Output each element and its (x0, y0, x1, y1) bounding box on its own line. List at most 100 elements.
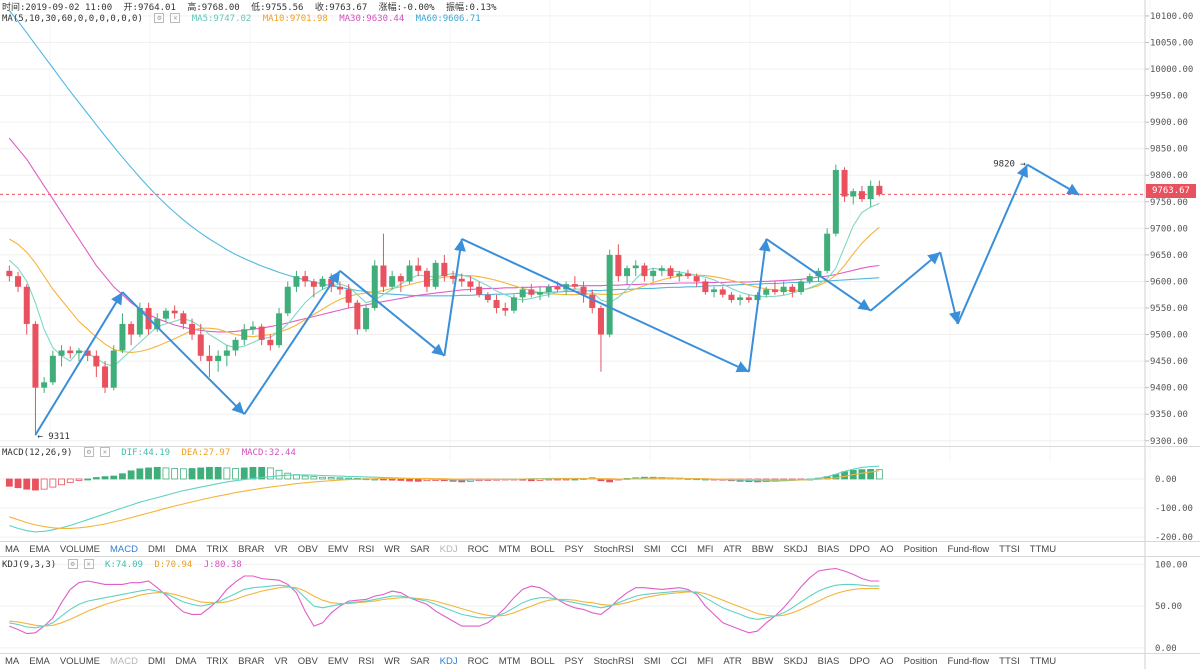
tab-volume[interactable]: VOLUME (55, 544, 105, 555)
settings-icon[interactable]: ⚙ (83, 447, 94, 457)
candle-body (728, 294, 735, 301)
candle-body (389, 276, 396, 287)
tab-position[interactable]: Position (899, 544, 943, 555)
close-icon[interactable]: ✕ (170, 13, 181, 23)
tab-emv[interactable]: EMV (323, 656, 354, 667)
tab-ao[interactable]: AO (875, 544, 899, 555)
tab-atr[interactable]: ATR (718, 656, 746, 667)
tab-wr[interactable]: WR (379, 544, 405, 555)
tab-vr[interactable]: VR (270, 656, 293, 667)
tab-rsi[interactable]: RSI (353, 544, 379, 555)
tab-brar[interactable]: BRAR (233, 544, 269, 555)
tab-psy[interactable]: PSY (560, 656, 589, 667)
tab-psy[interactable]: PSY (560, 544, 589, 555)
tab-ttmu[interactable]: TTMU (1025, 544, 1061, 555)
tab-skdj[interactable]: SKDJ (778, 544, 812, 555)
tab-dpo[interactable]: DPO (844, 656, 875, 667)
tab-dma[interactable]: DMA (170, 544, 201, 555)
tab-brar[interactable]: BRAR (233, 656, 269, 667)
tab-bias[interactable]: BIAS (813, 656, 845, 667)
candle-body (310, 281, 317, 287)
tab-bias[interactable]: BIAS (813, 544, 845, 555)
tab-dmi[interactable]: DMI (143, 544, 170, 555)
candle-body (336, 286, 343, 290)
tab-ma[interactable]: MA (0, 544, 24, 555)
macd-bar (23, 478, 31, 490)
tab-macd[interactable]: MACD (105, 544, 143, 555)
candle-body (806, 276, 813, 282)
tab-ema[interactable]: EMA (24, 656, 55, 667)
candle-body (93, 355, 100, 367)
candle-body (711, 289, 718, 293)
close-icon[interactable]: ✕ (83, 559, 94, 569)
tab-position[interactable]: Position (899, 656, 943, 667)
tab-macd[interactable]: MACD (105, 656, 143, 667)
tab-fund-flow[interactable]: Fund-flow (942, 656, 994, 667)
tab-mfi[interactable]: MFI (692, 656, 718, 667)
tab-fund-flow[interactable]: Fund-flow (942, 544, 994, 555)
tab-vr[interactable]: VR (270, 544, 293, 555)
tab-smi[interactable]: SMI (639, 656, 666, 667)
candle-body (510, 297, 517, 311)
tab-trix[interactable]: TRIX (202, 544, 234, 555)
macd-bar (284, 472, 292, 480)
candle-body (15, 276, 22, 287)
tab-emv[interactable]: EMV (323, 544, 354, 555)
tab-ao[interactable]: AO (875, 656, 899, 667)
tab-stochrsi[interactable]: StochRSI (589, 544, 639, 555)
tab-wr[interactable]: WR (379, 656, 405, 667)
tab-kdj[interactable]: KDJ (435, 544, 463, 555)
tab-volume[interactable]: VOLUME (55, 656, 105, 667)
tab-stochrsi[interactable]: StochRSI (589, 656, 639, 667)
tab-ttmu[interactable]: TTMU (1025, 656, 1061, 667)
macd-bar (127, 470, 135, 480)
zigzag-segment (747, 238, 771, 372)
candle-body (737, 297, 744, 301)
k-legend: K:74.09 (105, 559, 143, 570)
tab-sar[interactable]: SAR (405, 656, 435, 667)
tab-ma[interactable]: MA (0, 656, 24, 667)
tab-bbw[interactable]: BBW (747, 656, 779, 667)
tab-kdj[interactable]: KDJ (435, 656, 463, 667)
tab-roc[interactable]: ROC (463, 656, 494, 667)
candle-body (667, 268, 674, 277)
candle-body (41, 382, 48, 388)
tab-bbw[interactable]: BBW (747, 544, 779, 555)
tab-ttsi[interactable]: TTSI (994, 656, 1025, 667)
candle-body (49, 355, 56, 383)
tab-trix[interactable]: TRIX (202, 656, 234, 667)
candle-body (241, 329, 248, 340)
tab-obv[interactable]: OBV (293, 656, 323, 667)
tab-cci[interactable]: CCI (666, 544, 692, 555)
tab-roc[interactable]: ROC (463, 544, 494, 555)
tab-dmi[interactable]: DMI (143, 656, 170, 667)
tab-cci[interactable]: CCI (666, 656, 692, 667)
macd-bar (406, 478, 413, 482)
tab-boll[interactable]: BOLL (525, 544, 559, 555)
tab-mfi[interactable]: MFI (692, 544, 718, 555)
tab-skdj[interactable]: SKDJ (778, 656, 812, 667)
d-legend: D:70.94 (154, 559, 193, 570)
tick-label: 9300.00 (1150, 437, 1188, 447)
candle-body (876, 185, 883, 195)
tab-ema[interactable]: EMA (24, 544, 55, 555)
tab-dpo[interactable]: DPO (844, 544, 875, 555)
zigzag-segment (443, 238, 466, 356)
settings-icon[interactable]: ⚙ (67, 559, 78, 569)
macd-bar (136, 468, 144, 480)
tab-sar[interactable]: SAR (405, 544, 435, 555)
tab-mtm[interactable]: MTM (494, 656, 526, 667)
candle-body (197, 334, 204, 356)
tab-boll[interactable]: BOLL (525, 656, 559, 667)
tab-rsi[interactable]: RSI (353, 656, 379, 667)
settings-icon[interactable]: ⚙ (154, 13, 165, 23)
tab-ttsi[interactable]: TTSI (994, 544, 1025, 555)
tab-obv[interactable]: OBV (293, 544, 323, 555)
close-icon[interactable]: ✕ (99, 447, 110, 457)
tab-dma[interactable]: DMA (170, 656, 201, 667)
current-price-tag: 9763.67 (1146, 184, 1196, 198)
tab-atr[interactable]: ATR (718, 544, 746, 555)
candle-body (841, 169, 848, 197)
tab-smi[interactable]: SMI (639, 544, 666, 555)
tab-mtm[interactable]: MTM (494, 544, 526, 555)
